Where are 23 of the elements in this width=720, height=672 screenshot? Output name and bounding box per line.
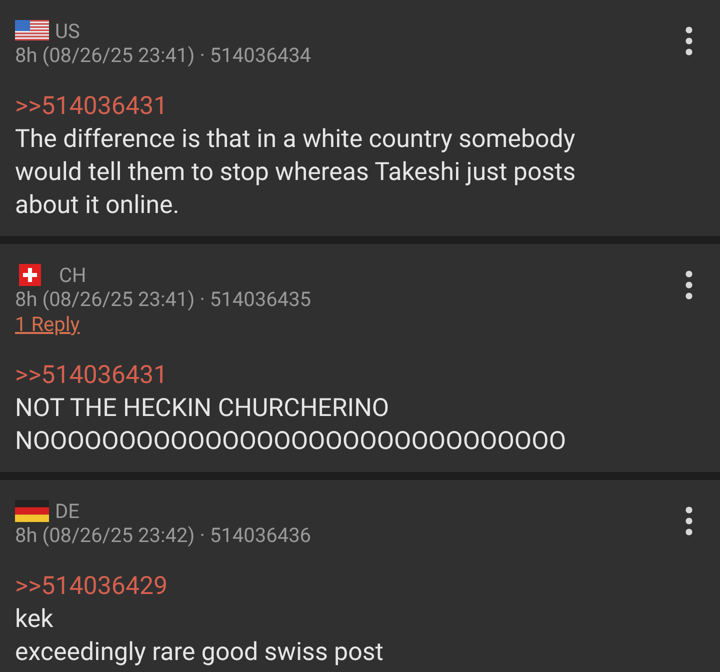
more-icon[interactable] <box>684 270 694 300</box>
post-text: exceedingly rare good swiss post <box>15 637 384 669</box>
more-icon[interactable] <box>684 26 694 56</box>
post-text: kek <box>15 604 54 636</box>
post-text: NOOOOOOOOOOOOOOOOOOOOOOOOOOOOOOO <box>15 426 568 458</box>
post-meta: 8h (08/26/25 23:42) · 514036436 <box>15 523 312 548</box>
flag-icon <box>15 20 49 42</box>
flag-icon <box>19 264 41 286</box>
post-text: about it online. <box>15 190 180 222</box>
country-code: DE <box>55 498 80 522</box>
post-text: would tell them to stop whereas Takeshi just posts <box>15 157 577 189</box>
post-text: NOT THE HECKIN CHURCHERINO <box>15 393 390 425</box>
flag-icon <box>15 500 49 522</box>
post-text: The difference is that in a white country somebody <box>15 124 576 156</box>
country-code: CH <box>59 262 86 286</box>
replies-link[interactable]: 1 Reply <box>15 312 80 337</box>
country-code: US <box>55 18 80 42</box>
post-meta: 8h (08/26/25 23:41) · 514036434 <box>15 43 312 68</box>
post-meta: 8h (08/26/25 23:41) · 514036435 <box>15 287 312 312</box>
quote-link[interactable]: >>514036431 <box>15 359 660 392</box>
quote-link[interactable]: >>514036431 <box>15 90 660 123</box>
quote-link[interactable]: >>514036429 <box>15 570 660 603</box>
more-icon[interactable] <box>684 506 694 536</box>
